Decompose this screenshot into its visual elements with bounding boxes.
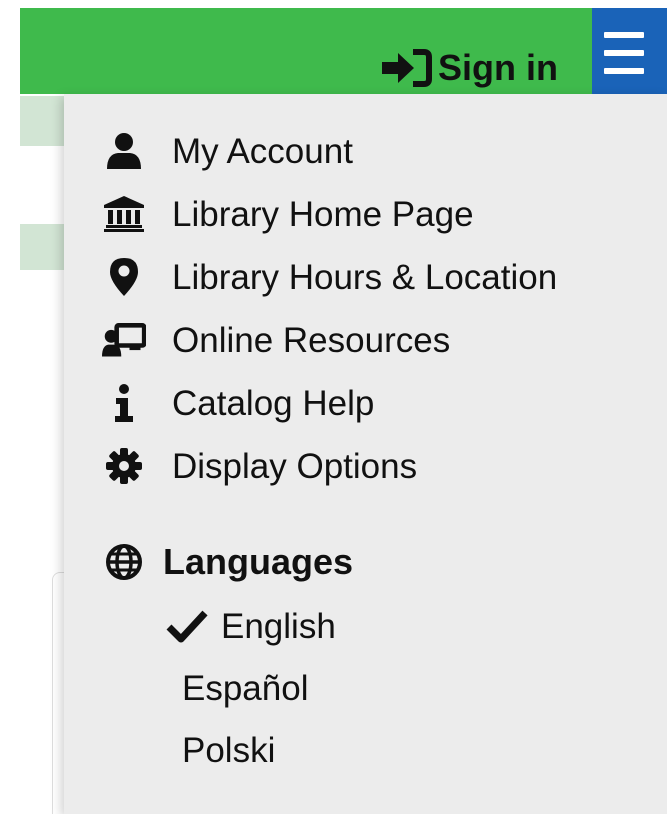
checkmark-icon xyxy=(166,608,208,644)
user-icon xyxy=(102,129,146,173)
hamburger-menu-button[interactable] xyxy=(592,8,667,94)
menu-item-online-resources[interactable]: Online Resources xyxy=(64,312,667,368)
account-dropdown-menu: My Account Library Home Page Library Hou… xyxy=(64,94,667,814)
page: Sign in My Account Library Home Page Lib… xyxy=(0,0,667,814)
language-option-label: Español xyxy=(182,668,309,708)
language-option-espanol[interactable]: Español xyxy=(64,662,667,714)
menu-item-label: Library Home Page xyxy=(172,194,474,234)
gear-icon xyxy=(102,444,146,488)
menu-item-library-home-page[interactable]: Library Home Page xyxy=(64,186,667,242)
info-icon xyxy=(102,381,146,425)
language-option-label: Polski xyxy=(182,730,276,770)
language-option-english[interactable]: English xyxy=(64,600,667,652)
library-building-icon xyxy=(102,192,146,236)
languages-header: Languages xyxy=(64,534,667,590)
languages-label: Languages xyxy=(163,541,354,582)
online-resources-icon xyxy=(102,318,146,362)
menu-item-label: Display Options xyxy=(172,446,418,486)
menu-item-my-account[interactable]: My Account xyxy=(64,123,667,179)
sign-in-label: Sign in xyxy=(438,47,558,88)
menu-item-label: Online Resources xyxy=(172,320,451,360)
menu-item-library-hours-location[interactable]: Library Hours & Location xyxy=(64,249,667,305)
sign-in-button[interactable]: Sign in xyxy=(380,43,558,93)
language-option-polski[interactable]: Polski xyxy=(64,724,667,776)
menu-item-label: Catalog Help xyxy=(172,383,375,423)
sign-in-icon xyxy=(380,47,432,89)
menu-item-display-options[interactable]: Display Options xyxy=(64,438,667,494)
language-option-label: English xyxy=(221,606,336,646)
top-header-bar: Sign in xyxy=(20,8,667,94)
map-marker-icon xyxy=(102,255,146,299)
menu-item-label: My Account xyxy=(172,131,353,171)
menu-item-catalog-help[interactable]: Catalog Help xyxy=(64,375,667,431)
menu-item-label: Library Hours & Location xyxy=(172,257,558,297)
globe-icon xyxy=(106,544,142,580)
